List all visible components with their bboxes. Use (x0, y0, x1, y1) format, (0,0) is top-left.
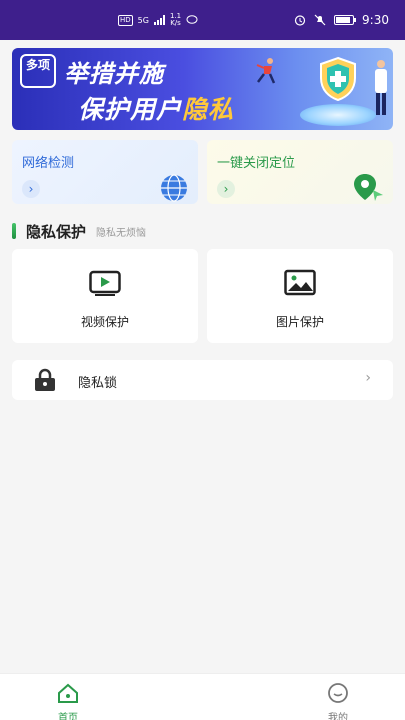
signal-type: 5G (137, 15, 149, 25)
section-accent-bar (12, 223, 16, 239)
home-icon (58, 683, 78, 703)
globe-icon (161, 174, 187, 202)
tab-profile-label: 我的 (328, 713, 348, 720)
section-subtitle: 隐私无烦恼 (96, 227, 147, 239)
banner-subline-main: 保护用户 (78, 95, 183, 124)
bottom-tab-bar: 首页 我的 (0, 673, 405, 720)
profile-icon (328, 683, 348, 703)
chevron-right-icon: › (22, 180, 40, 198)
alarm-icon (294, 15, 306, 26)
image-icon (284, 269, 316, 296)
status-right: 9:30 (294, 13, 389, 27)
banner-subline: 保护用户隐私 (78, 90, 234, 126)
shield-icon (320, 56, 356, 102)
tab-home[interactable]: 首页 (38, 682, 98, 720)
section-title: 隐私保护 (26, 222, 87, 241)
image-protection-card[interactable]: 图片保护 (207, 249, 393, 343)
status-bar: HD 5G 1.1 K/s 9:30 (0, 0, 405, 40)
video-protection-card[interactable]: 视频保护 (12, 249, 198, 343)
video-protection-label: 视频保护 (80, 315, 129, 329)
banner-subline-highlight: 隐私 (182, 95, 235, 124)
chat-bubble-icon (186, 15, 198, 24)
lock-icon (35, 368, 55, 391)
privacy-lock-label: 隐私锁 (78, 376, 118, 391)
chevron-right-icon: › (365, 370, 371, 386)
running-figure-illustration (256, 58, 276, 84)
chevron-right-icon: › (217, 180, 235, 198)
privacy-lock-row[interactable]: 隐私锁 › (12, 360, 393, 400)
privacy-section-header: 隐私保护 隐私无烦恼 (12, 222, 147, 241)
image-protection-label: 图片保护 (275, 315, 324, 329)
promo-banner[interactable]: 多项 举措并施 保护用户隐私 (12, 48, 393, 130)
speed-unit: K/s (170, 19, 181, 27)
clock: 9:30 (362, 13, 389, 27)
hd-badge: HD (118, 14, 133, 26)
network-check-card[interactable]: 网络检测 › (12, 140, 198, 204)
banner-headline: 举措并施 (64, 60, 164, 88)
disable-location-card[interactable]: 一键关闭定位 › (207, 140, 393, 204)
banner-tag: 多项 (20, 54, 56, 88)
video-icon (89, 270, 121, 296)
signal-icon (153, 15, 165, 25)
network-speed: 1.1 K/s (170, 13, 181, 27)
network-check-title: 网络检测 (22, 156, 75, 171)
tab-home-label: 首页 (58, 713, 78, 720)
mute-icon (314, 14, 326, 26)
person-illustration (375, 60, 387, 115)
tab-profile[interactable]: 我的 (308, 682, 368, 720)
battery-icon (334, 15, 357, 25)
network-status: HD 5G 1.1 K/s (118, 13, 198, 27)
podium-illustration (300, 104, 376, 126)
location-icon (354, 174, 383, 201)
disable-location-title: 一键关闭定位 (217, 156, 296, 171)
